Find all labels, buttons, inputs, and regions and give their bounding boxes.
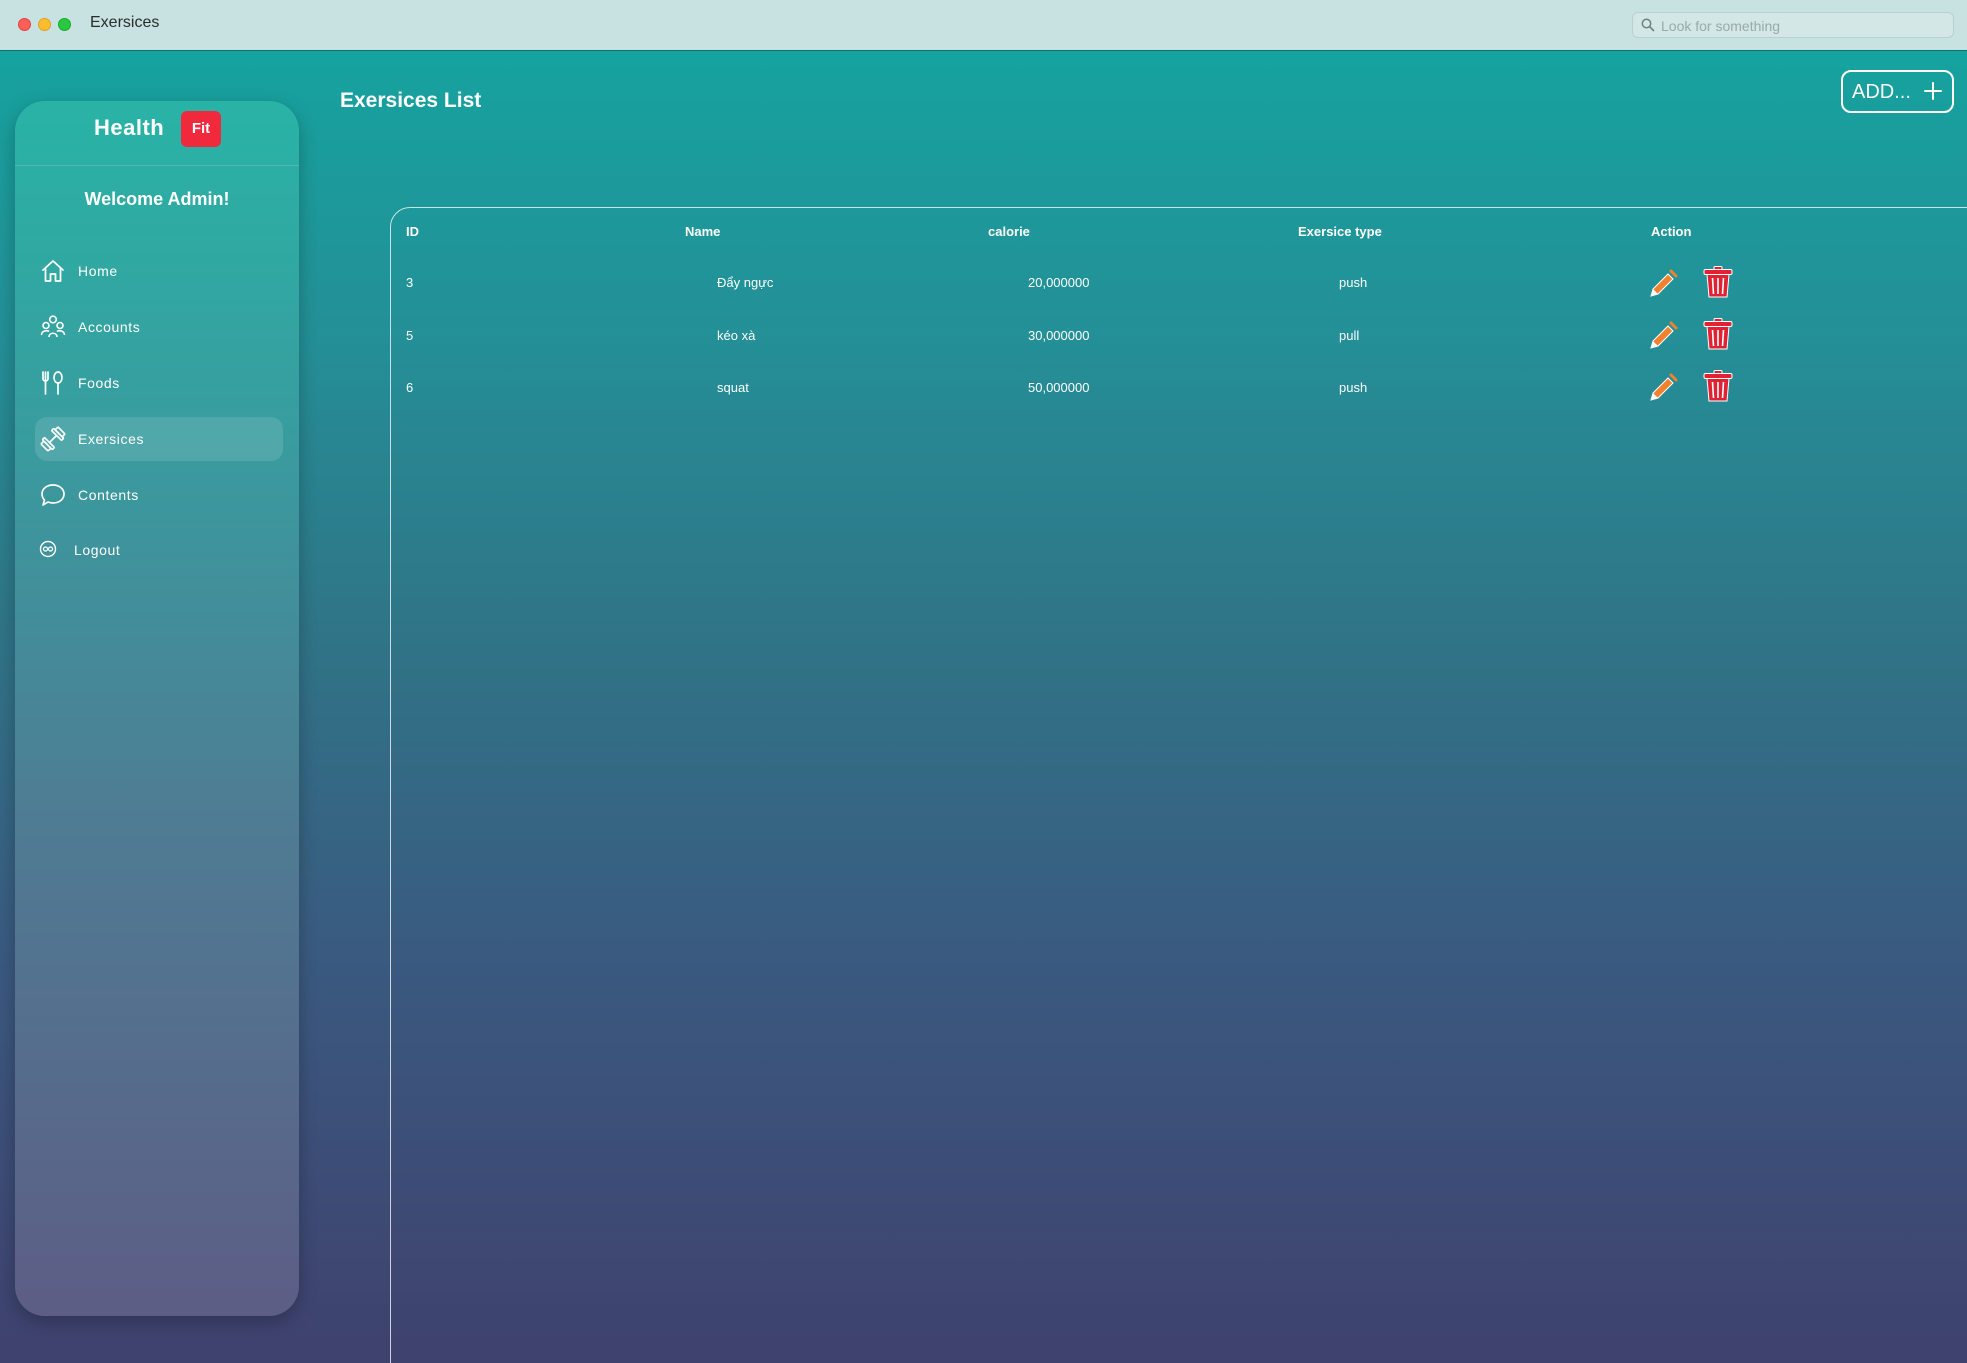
sidebar-item-label: Accounts [78,319,141,335]
cell-name: kéo xà [717,328,756,343]
accounts-icon [40,315,66,338]
cell-exersice-type: push [1339,275,1368,290]
column-header-action: Action [1651,224,1692,239]
add-button-label: ADD... [1852,81,1911,103]
sidebar-item-label: Exersices [78,431,145,447]
delete-trash-icon[interactable] [1701,369,1735,403]
cell-id: 5 [406,328,414,343]
cell-calorie: 50,000000 [1028,380,1090,395]
cell-name: Đẩy ngực [717,275,774,290]
sidebar-item-accounts[interactable]: Accounts [35,305,283,349]
column-header-calorie: calorie [988,224,1030,239]
brand-badge: Fit [181,111,221,147]
edit-pencil-icon[interactable] [1647,266,1681,300]
title-bar: Exersices [0,0,1967,51]
sidebar: Health Fit Welcome Admin! Home Accounts [15,101,299,1316]
zoom-window-button[interactable] [58,18,71,31]
sidebar-item-logout[interactable]: Logout [35,528,283,572]
logout-icon [39,540,57,558]
sidebar-item-label: Contents [78,487,139,503]
search-box[interactable] [1632,12,1954,38]
dumbbell-icon [40,426,66,452]
cell-id: 6 [406,380,414,395]
close-window-button[interactable] [18,18,31,31]
cell-id: 3 [406,275,414,290]
minimize-window-button[interactable] [38,18,51,31]
sidebar-item-foods[interactable]: Foods [35,361,283,405]
cell-exersice-type: pull [1339,328,1360,343]
cell-calorie: 20,000000 [1028,275,1090,290]
sidebar-item-label: Foods [78,375,120,391]
page-title: Exersices List [340,89,482,112]
add-button[interactable]: ADD... [1841,70,1954,113]
home-icon [42,260,64,282]
column-header-exersice-type: Exersice type [1298,224,1382,239]
app-window: Exersices Health Fit Welcome Admin! Home [0,0,1967,1363]
brand-name: Health [94,115,165,140]
column-header-name: Name [685,224,721,239]
sidebar-item-contents[interactable]: Contents [35,473,283,517]
window-title: Exersices [90,14,160,31]
brand-header: Health Fit [15,101,299,166]
sidebar-item-label: Logout [74,542,121,558]
sidebar-item-label: Home [78,263,118,279]
search-icon [1641,18,1655,32]
cell-exersice-type: push [1339,380,1368,395]
delete-trash-icon[interactable] [1701,265,1735,299]
search-input[interactable] [1659,15,1948,37]
sidebar-item-exersices[interactable]: Exersices [35,417,283,461]
fork-spoon-icon [42,371,63,395]
delete-trash-icon[interactable] [1701,317,1735,351]
cell-calorie: 30,000000 [1028,328,1090,343]
cell-name: squat [717,380,749,395]
edit-pencil-icon[interactable] [1647,318,1681,352]
plus-icon [1924,82,1942,100]
edit-pencil-icon[interactable] [1647,370,1681,404]
column-header-id: ID [406,224,419,239]
sidebar-item-home[interactable]: Home [35,249,283,293]
welcome-message: Welcome Admin! [84,189,230,209]
chat-bubble-icon [41,484,65,506]
